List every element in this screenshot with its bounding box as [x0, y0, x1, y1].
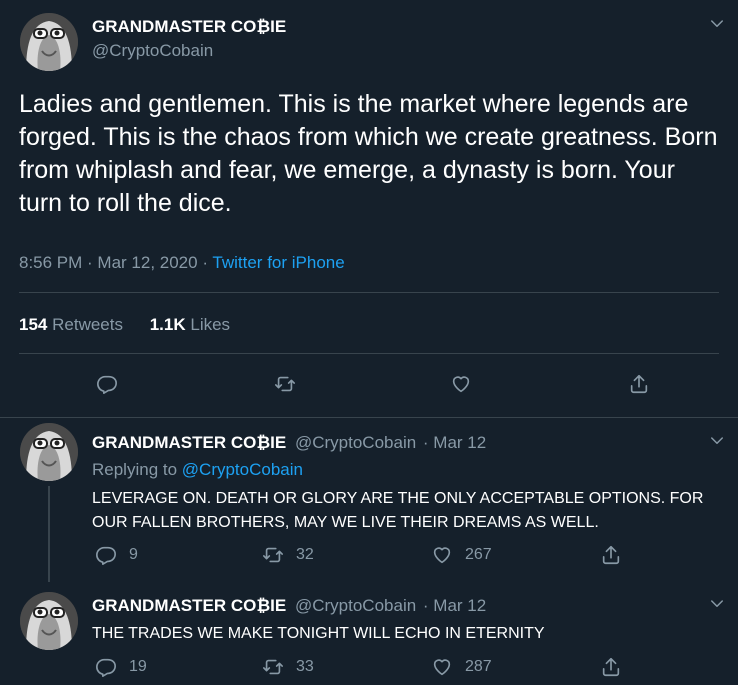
like-button[interactable]: 267 — [431, 544, 492, 566]
tweet-meta: 8:56 PM · Mar 12, 2020 · Twitter for iPh… — [19, 253, 345, 273]
reply-date[interactable]: · Mar 12 — [423, 433, 486, 452]
share-button[interactable] — [600, 544, 622, 566]
retweet-button[interactable]: 32 — [262, 544, 314, 566]
thread-line — [48, 486, 50, 582]
avatar-image — [20, 13, 78, 71]
likes-count: 1.1K — [149, 315, 186, 334]
retweet-icon — [275, 376, 295, 392]
tweet-timestamp[interactable]: 8:56 PM · Mar 12, 2020 · — [19, 253, 212, 272]
like-button[interactable] — [450, 373, 472, 395]
reply-count: 19 — [129, 658, 147, 675]
chevron-down-icon[interactable] — [708, 595, 726, 613]
reply-header: GRANDMASTER CO₿IE @CryptoCobain · Mar 12 — [92, 596, 486, 616]
reply-date[interactable]: · Mar 12 — [423, 596, 486, 615]
replying-to: Replying to @CryptoCobain — [92, 460, 303, 480]
retweets-stat[interactable]: 154 Retweets — [19, 315, 128, 334]
reply-text: LEVERAGE ON. DEATH OR GLORY ARE THE ONLY… — [92, 490, 704, 531]
retweet-icon — [263, 659, 283, 675]
handle[interactable]: @CryptoCobain — [295, 596, 416, 615]
engagement-stats: 154 Retweets 1.1K Likes — [19, 315, 230, 335]
handle[interactable]: @CryptoCobain — [295, 433, 416, 452]
tweet-text: Ladies and gentlemen. This is the market… — [19, 90, 718, 217]
like-count: 287 — [465, 658, 492, 675]
display-name[interactable]: GRANDMASTER CO₿IE — [92, 596, 286, 615]
avatar-image — [20, 423, 78, 481]
heart-icon — [452, 376, 470, 393]
handle[interactable]: @CryptoCobain — [92, 41, 213, 61]
reply-count: 9 — [129, 546, 138, 563]
retweet-count: 33 — [296, 658, 314, 675]
avatar[interactable] — [20, 592, 78, 650]
like-count: 267 — [465, 546, 492, 563]
reply-button[interactable]: 19 — [95, 656, 147, 678]
retweets-count: 154 — [19, 315, 48, 334]
share-button[interactable] — [628, 373, 650, 395]
tweet-source-link[interactable]: Twitter for iPhone — [212, 253, 344, 272]
divider — [19, 353, 719, 354]
avatar[interactable] — [20, 13, 78, 71]
like-button[interactable]: 287 — [431, 656, 492, 678]
heart-icon — [433, 659, 451, 676]
reply-button[interactable] — [96, 373, 118, 395]
replying-to-label: Replying to — [92, 460, 182, 479]
likes-label: Likes — [190, 315, 231, 334]
avatar-image — [20, 592, 78, 650]
reply-header: GRANDMASTER CO₿IE @CryptoCobain · Mar 12 — [92, 433, 486, 453]
display-name[interactable]: GRANDMASTER CO₿IE — [92, 17, 286, 37]
heart-icon — [433, 547, 451, 564]
share-icon — [630, 374, 648, 394]
retweet-button[interactable] — [274, 373, 296, 395]
share-icon — [602, 657, 620, 677]
replying-to-handle[interactable]: @CryptoCobain — [182, 460, 303, 479]
section-divider — [0, 417, 738, 418]
chevron-down-icon[interactable] — [708, 432, 726, 450]
avatar[interactable] — [20, 423, 78, 481]
retweet-button[interactable]: 33 — [262, 656, 314, 678]
retweets-label: Retweets — [52, 315, 123, 334]
retweet-count: 32 — [296, 546, 314, 563]
divider — [19, 292, 719, 293]
chevron-down-icon[interactable] — [708, 15, 726, 33]
share-button[interactable] — [600, 656, 622, 678]
retweet-icon — [263, 547, 283, 563]
likes-stat[interactable]: 1.1K Likes — [150, 315, 230, 334]
display-name[interactable]: GRANDMASTER CO₿IE — [92, 433, 286, 452]
reply-text: THE TRADES WE MAKE TONIGHT WILL ECHO IN … — [92, 625, 545, 642]
reply-icon — [96, 658, 116, 677]
reply-icon — [96, 546, 116, 565]
reply-button[interactable]: 9 — [95, 544, 138, 566]
reply-icon — [97, 375, 117, 394]
share-icon — [602, 545, 620, 565]
